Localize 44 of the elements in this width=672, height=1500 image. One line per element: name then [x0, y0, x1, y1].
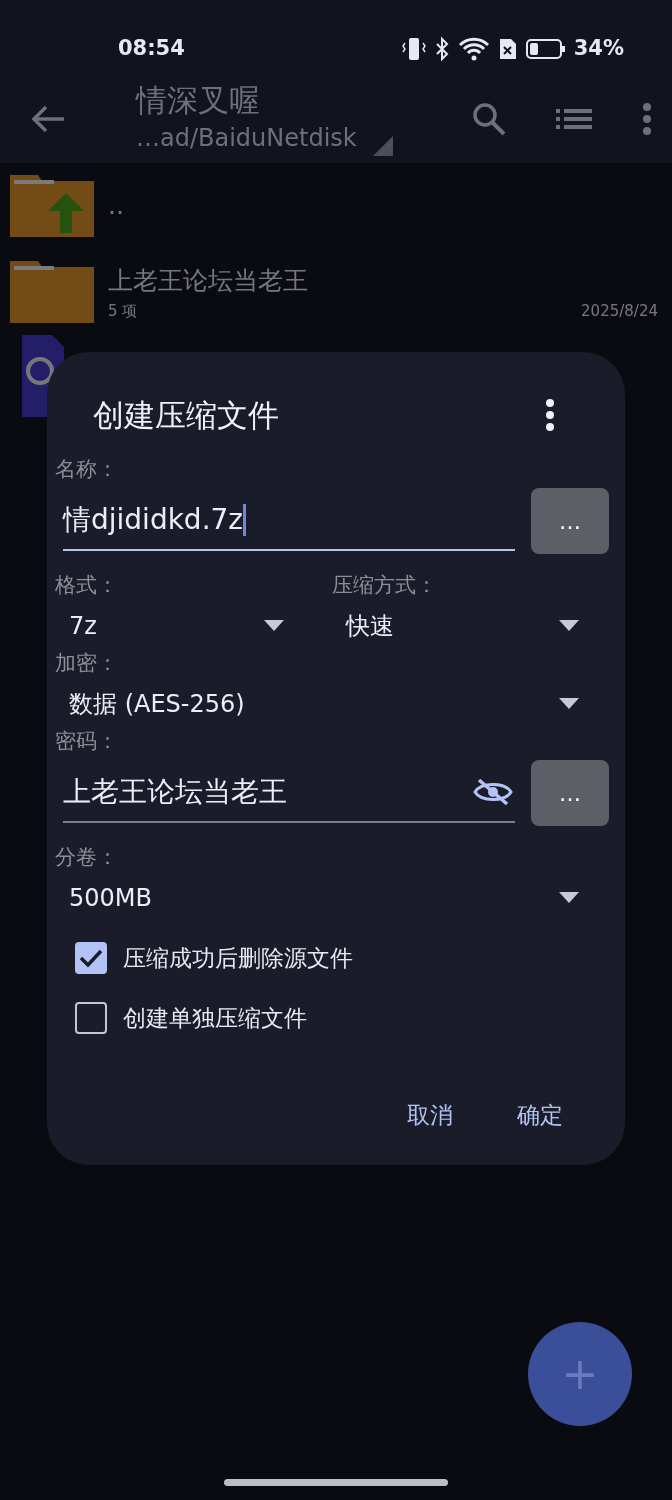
field-label: 加密：: [55, 650, 119, 677]
folder-title: 情深叉喔: [136, 82, 261, 120]
search-icon[interactable]: [472, 102, 506, 136]
eye-off-icon[interactable]: [473, 778, 513, 806]
wifi-icon: [457, 36, 490, 61]
caret-icon: [264, 620, 284, 632]
clock-text: 08:54: [118, 34, 185, 62]
battery-text: 34%: [573, 34, 624, 62]
checkbox-option[interactable]: 压缩成功后删除源文件: [55, 928, 609, 988]
file-name: ..: [108, 190, 125, 223]
dropdown-field[interactable]: 500MB: [55, 876, 609, 920]
dialog-button[interactable]: 确定: [493, 1090, 587, 1141]
dropdown-field[interactable]: 7z: [55, 604, 314, 648]
checkbox[interactable]: [75, 1002, 107, 1034]
caret-icon: [559, 620, 579, 632]
battery-icon: [525, 37, 566, 60]
dialog-button[interactable]: 取消: [383, 1090, 477, 1141]
field-label: 压缩方式：: [332, 572, 438, 599]
path-text: …ad/BaiduNetdisk: [136, 122, 357, 154]
caret-icon: [559, 698, 579, 710]
field-label: 名称：: [55, 456, 119, 483]
item-count: 5 项: [108, 300, 138, 322]
field-label: 分卷：: [55, 844, 119, 871]
file-name: 上老王论坛当老王: [108, 265, 309, 297]
bluetooth-icon: [433, 35, 450, 62]
browse-button[interactable]: …: [531, 760, 609, 826]
back-icon[interactable]: [30, 104, 66, 134]
list-view-icon[interactable]: [556, 107, 592, 131]
browse-button[interactable]: …: [531, 488, 609, 554]
password-field[interactable]: 上老王论坛当老王: [63, 763, 515, 823]
checkbox[interactable]: [75, 942, 107, 974]
dropdown-corner-icon[interactable]: [372, 135, 393, 156]
dropdown-field[interactable]: 数据 (AES-256): [55, 682, 609, 726]
name-field[interactable]: 情djididkd.7z: [63, 491, 515, 551]
modified-date: 2025/8/24: [581, 300, 658, 322]
more-icon[interactable]: [545, 398, 555, 432]
dropdown-field[interactable]: 快速: [332, 604, 609, 648]
field-label: 格式：: [55, 572, 119, 599]
vibrate-icon: [401, 35, 426, 62]
field-label: 密码：: [55, 728, 119, 755]
checkbox-option[interactable]: 创建单独压缩文件: [55, 988, 609, 1048]
caret-icon: [559, 892, 579, 904]
sim-card-icon: [497, 36, 518, 61]
dialog-title: 创建压缩文件: [92, 395, 279, 435]
